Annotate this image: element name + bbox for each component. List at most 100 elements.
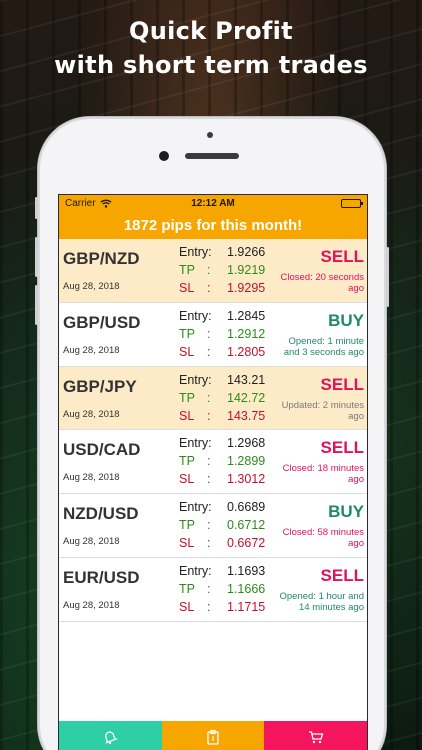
tp-label: TP <box>179 454 195 469</box>
tp-label: TP <box>179 518 195 533</box>
trade-side-badge: SELL <box>320 565 364 585</box>
cart-icon <box>308 729 324 750</box>
tab-subscription[interactable]: Subcription <box>264 721 367 750</box>
sl-label: SL <box>179 599 195 614</box>
tp-label: TP <box>179 263 195 277</box>
tp-value: 142.72 <box>227 390 266 405</box>
sl-colon: : <box>207 536 211 551</box>
entry-value: 1.9266 <box>227 245 266 259</box>
entry-label: Entry: <box>179 500 212 515</box>
trade-status-note: Closed: 58 minutes ago <box>282 527 364 550</box>
currency-pair: GBP/JPY <box>63 376 137 396</box>
trade-side-badge: BUY <box>328 502 364 522</box>
sl-value: 1.3012 <box>227 472 266 487</box>
wifi-icon <box>100 199 112 208</box>
sl-colon: : <box>207 599 211 614</box>
promo-headline: Quick Profit with short term trades <box>0 14 422 82</box>
trade-date: Aug 28, 2018 <box>63 536 120 548</box>
tp-colon: : <box>207 390 211 405</box>
volume-down-button <box>35 285 38 325</box>
entry-label: Entry: <box>179 372 212 387</box>
sl-colon: : <box>207 281 211 295</box>
tab-closed-alerts[interactable]: Closed Alerts <box>161 721 265 750</box>
currency-pair: EUR/USD <box>63 567 140 587</box>
bell-icon <box>102 729 119 750</box>
power-button <box>386 247 389 307</box>
currency-pair: NZD/USD <box>63 504 139 524</box>
sl-label: SL <box>179 344 195 359</box>
entry-line: Entry: 143.21 <box>179 373 289 391</box>
trade-status-note: Opened: 1 minute and 3 seconds ago <box>283 335 364 358</box>
trade-date: Aug 28, 2018 <box>63 599 120 611</box>
trade-row[interactable]: GBP/JPY Aug 28, 2018 Entry: 143.21 TP : … <box>59 366 367 431</box>
clipboard-icon <box>205 729 221 750</box>
trade-date: Aug 28, 2018 <box>63 344 120 356</box>
status-bar: Carrier 12:12 AM <box>59 195 367 212</box>
tp-value: 1.9219 <box>227 263 266 277</box>
trade-side-badge: BUY <box>328 310 364 330</box>
entry-label: Entry: <box>179 308 212 323</box>
trade-row[interactable]: EUR/USD Aug 28, 2018 Entry: 1.1693 TP : … <box>59 557 367 622</box>
trade-alert-list: GBP/NZD Aug 28, 2018 Entry: 1.9266 TP : … <box>59 239 367 622</box>
entry-label: Entry: <box>179 563 212 578</box>
carrier-label: Carrier <box>65 198 96 209</box>
tp-colon: : <box>207 326 211 341</box>
tp-colon: : <box>207 263 211 277</box>
trade-status-note: Closed: 20 seconds ago <box>280 272 364 294</box>
sl-value: 1.1715 <box>227 599 266 614</box>
trade-status-note: Closed: 18 minutes ago <box>282 463 364 486</box>
tp-label: TP <box>179 390 195 405</box>
proximity-sensor <box>207 132 213 138</box>
tp-label: TP <box>179 326 195 341</box>
entry-line: Entry: 1.2845 <box>179 309 289 327</box>
earpiece-speaker <box>185 153 239 159</box>
sl-label: SL <box>179 281 195 295</box>
app-screen: Carrier 12:12 AM 1872 pips for this mont… <box>58 194 368 750</box>
trade-status-note: Updated: 2 minutes ago <box>281 399 364 422</box>
tab-open-alerts[interactable]: Open Alerts <box>59 721 162 750</box>
entry-line: Entry: 1.1693 <box>179 564 289 582</box>
sl-value: 0.6672 <box>227 536 266 551</box>
sl-value: 1.9295 <box>227 281 266 295</box>
currency-pair: USD/CAD <box>63 440 141 460</box>
tp-colon: : <box>207 581 211 596</box>
tp-value: 1.1666 <box>227 581 266 596</box>
sl-colon: : <box>207 344 211 359</box>
phone-frame: Carrier 12:12 AM 1872 pips for this mont… <box>35 117 389 750</box>
trade-side-badge: SELL <box>320 438 364 458</box>
silent-switch <box>35 197 38 219</box>
trade-row[interactable]: NZD/USD Aug 28, 2018 Entry: 0.6689 TP : … <box>59 494 367 558</box>
sl-value: 1.2805 <box>227 344 266 359</box>
tp-colon: : <box>207 518 211 533</box>
trade-date: Aug 28, 2018 <box>63 408 120 420</box>
sl-value: 143.75 <box>227 408 266 423</box>
tp-value: 1.2899 <box>227 454 266 469</box>
currency-pair: GBP/USD <box>63 312 141 332</box>
currency-pair: GBP/NZD <box>63 249 140 268</box>
entry-value: 1.2845 <box>227 308 266 323</box>
entry-value: 143.21 <box>227 372 266 387</box>
trade-row[interactable]: USD/CAD Aug 28, 2018 Entry: 1.2968 TP : … <box>59 430 367 495</box>
tp-label: TP <box>179 581 195 596</box>
entry-line: Entry: 1.2968 <box>179 436 289 454</box>
entry-value: 1.2968 <box>227 436 266 451</box>
sl-colon: : <box>207 408 211 423</box>
entry-value: 0.6689 <box>227 500 266 515</box>
tp-value: 0.6712 <box>227 518 266 533</box>
entry-value: 1.1693 <box>227 563 266 578</box>
carrier-group: Carrier <box>65 198 112 209</box>
headline-line-1: Quick Profit <box>129 17 293 45</box>
front-camera <box>159 151 169 161</box>
tp-colon: : <box>207 454 211 469</box>
trade-date: Aug 28, 2018 <box>63 472 120 484</box>
entry-line: Entry: 1.9266 <box>179 245 289 263</box>
trade-row[interactable]: GBP/NZD Aug 28, 2018 Entry: 1.9266 TP : … <box>59 239 367 303</box>
sl-label: SL <box>179 408 195 423</box>
battery-icon <box>341 199 363 208</box>
trade-side-badge: SELL <box>320 374 364 394</box>
trade-row[interactable]: GBP/USD Aug 28, 2018 Entry: 1.2845 TP : … <box>59 302 367 367</box>
entry-line: Entry: 0.6689 <box>179 500 289 518</box>
tp-value: 1.2912 <box>227 326 266 341</box>
sl-label: SL <box>179 472 195 487</box>
headline-line-2: with short term trades <box>54 51 368 79</box>
